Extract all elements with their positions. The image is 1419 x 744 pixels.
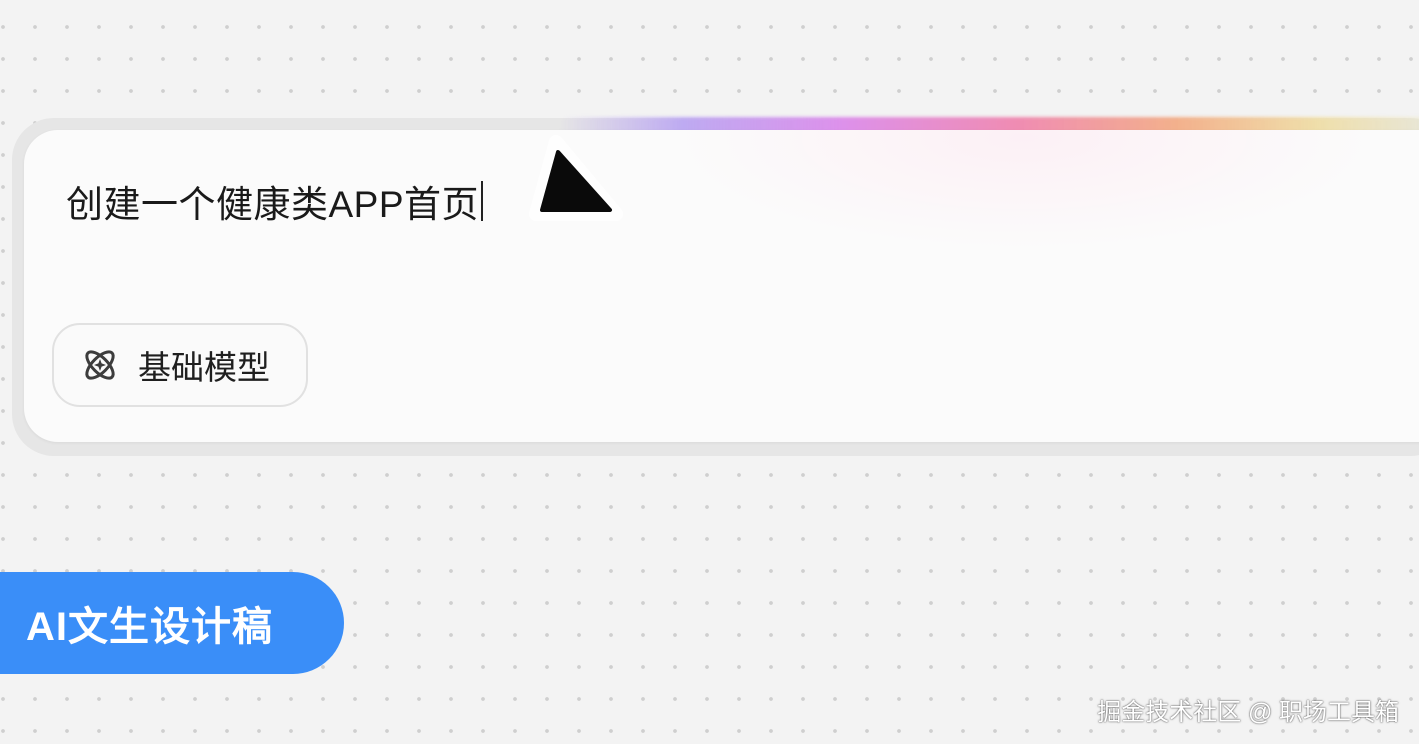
text-caret: [481, 181, 484, 221]
watermark-text: 掘金技术社区 @ 职场工具箱: [1097, 699, 1399, 726]
prompt-input-text: 创建一个健康类APP首页: [66, 184, 480, 225]
feature-badge: AI文生设计稿: [0, 572, 344, 674]
feature-badge-label: AI文生设计稿: [26, 605, 273, 649]
atom-icon: [80, 345, 120, 385]
prompt-input-panel[interactable]: 创建一个健康类APP首页 基础模型: [24, 130, 1419, 442]
model-selector-label: 基础模型: [138, 349, 270, 386]
prompt-input[interactable]: 创建一个健康类APP首页: [66, 174, 484, 228]
model-selector-button[interactable]: 基础模型: [52, 323, 308, 407]
panel-highlight: [674, 130, 1374, 250]
mouse-pointer-icon: [524, 134, 628, 224]
